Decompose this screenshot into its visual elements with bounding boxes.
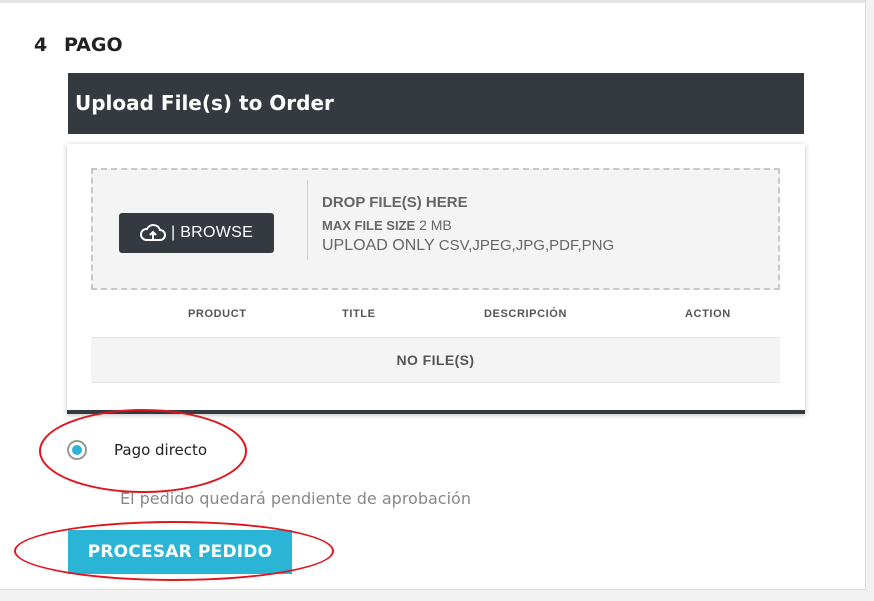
dropzone-divider (307, 180, 308, 260)
column-title: TITLE (342, 308, 376, 320)
step-title: PAGO (64, 34, 123, 56)
max-size-value: 2 MB (419, 217, 452, 233)
column-description: DESCRIPCIÓN (484, 308, 567, 320)
dropzone-info: DROP FILE(S) HERE MAX FILE SIZE 2 MB UPL… (322, 194, 614, 255)
bottom-margin (0, 590, 866, 601)
upload-panel-title: Upload File(s) to Order (75, 91, 334, 115)
allowed-types-list: CSV,JPEG,JPG,PDF,PNG (438, 237, 615, 254)
cloud-upload-icon (140, 224, 166, 241)
top-divider (0, 0, 866, 3)
step-number: 4 (34, 34, 48, 56)
max-file-size: MAX FILE SIZE 2 MB (322, 217, 614, 233)
pending-approval-note: El pedido quedará pendiente de aprobació… (120, 489, 471, 508)
pago-directo-label[interactable]: Pago directo (114, 441, 207, 459)
page-margin (866, 0, 874, 601)
column-product: PRODUCT (188, 308, 247, 320)
browse-label: | BROWSE (171, 224, 254, 241)
pago-directo-radio[interactable] (67, 440, 87, 460)
file-dropzone[interactable]: | BROWSE DROP FILE(S) HERE MAX FILE SIZE… (91, 168, 780, 290)
browse-button[interactable]: | BROWSE (119, 213, 274, 253)
upload-panel-header: Upload File(s) to Order (68, 73, 804, 134)
process-order-button[interactable]: PROCESAR PEDIDO (68, 530, 292, 574)
max-size-prefix: MAX FILE SIZE (322, 218, 416, 233)
files-table-header: PRODUCT TITLE DESCRIPCIÓN ACTION (91, 302, 780, 328)
upload-only-prefix: UPLOAD ONLY (322, 237, 435, 254)
column-action: ACTION (685, 308, 731, 320)
files-empty-row: NO FILE(S) (91, 337, 780, 383)
allowed-types: UPLOAD ONLY CSV,JPEG,JPG,PDF,PNG (322, 237, 614, 255)
drop-files-label: DROP FILE(S) HERE (322, 194, 468, 211)
upload-panel: | BROWSE DROP FILE(S) HERE MAX FILE SIZE… (67, 144, 805, 414)
radio-selected-dot (72, 445, 82, 455)
